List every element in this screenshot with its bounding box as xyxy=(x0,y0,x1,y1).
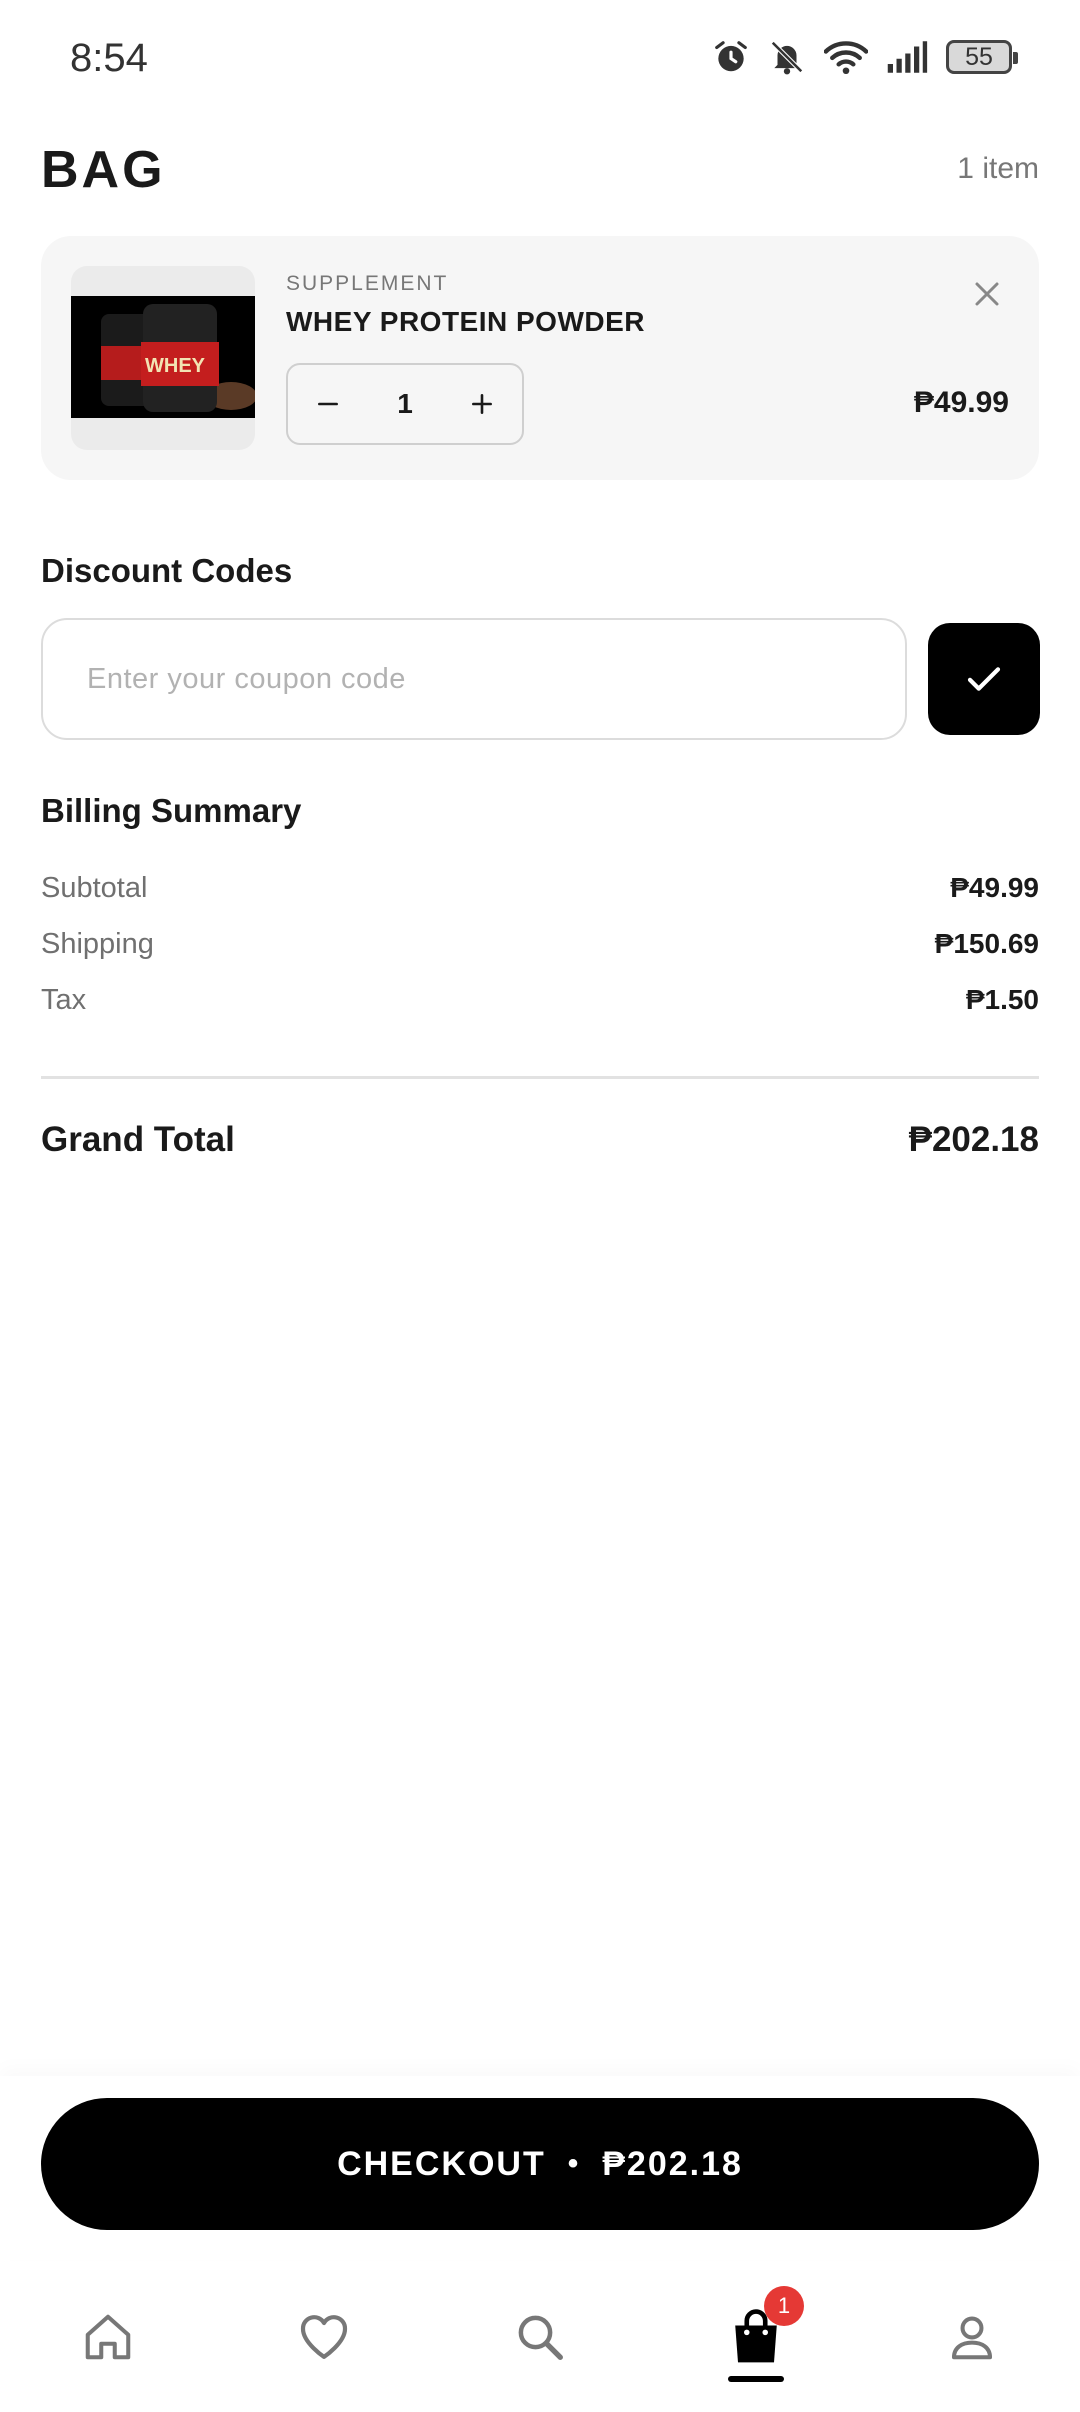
checkout-separator: • xyxy=(567,2147,581,2180)
apply-coupon-button[interactable] xyxy=(928,623,1040,735)
minus-icon xyxy=(318,402,338,406)
bag-screen: 8:54 55 BAG 1 item WHEY SUPPLEMENT WHEY … xyxy=(0,0,1080,2412)
status-bar: 8:54 55 xyxy=(0,0,1080,124)
increase-quantity-button[interactable] xyxy=(442,365,522,443)
nav-item-wishlist[interactable] xyxy=(264,2262,384,2412)
heart-icon xyxy=(300,2315,348,2359)
product-category: SUPPLEMENT xyxy=(286,272,449,295)
checkout-label: CHECKOUT xyxy=(337,2144,546,2183)
decrease-quantity-button[interactable] xyxy=(288,365,368,443)
bottom-navigation: 1 xyxy=(0,2262,1080,2412)
tax-value: ₱1.50 xyxy=(965,984,1039,1015)
checkout-button[interactable]: CHECKOUT • ₱202.18 xyxy=(41,2098,1039,2230)
product-name[interactable]: WHEY PROTEIN POWDER xyxy=(286,306,645,338)
page-title: BAG xyxy=(41,141,166,199)
plus-icon xyxy=(472,394,492,414)
billing-row-shipping: Shipping ₱150.69 xyxy=(41,928,1039,968)
signal-icon xyxy=(886,39,928,75)
wifi-icon xyxy=(824,38,868,76)
status-icons: 55 xyxy=(712,38,1018,76)
billing-row-subtotal: Subtotal ₱49.99 xyxy=(41,872,1039,912)
home-icon xyxy=(85,2314,131,2360)
check-icon xyxy=(967,667,1001,691)
billing-row-tax: Tax ₱1.50 xyxy=(41,984,1039,1024)
user-icon xyxy=(951,2316,993,2360)
discount-codes-title: Discount Codes xyxy=(41,552,293,589)
nav-item-profile[interactable] xyxy=(912,2262,1032,2412)
battery-icon: 55 xyxy=(946,40,1018,74)
alarm-icon xyxy=(712,38,750,76)
product-photo: WHEY xyxy=(71,296,255,418)
active-indicator xyxy=(728,2376,784,2382)
quantity-stepper: 1 xyxy=(286,363,524,445)
nav-item-bag[interactable]: 1 xyxy=(696,2262,816,2412)
search-icon xyxy=(518,2315,563,2360)
remove-item-button[interactable] xyxy=(965,272,1009,316)
quantity-value: 1 xyxy=(397,388,413,419)
shipping-value: ₱150.69 xyxy=(934,928,1039,959)
battery-level: 55 xyxy=(965,42,993,71)
nav-item-home[interactable] xyxy=(48,2262,168,2412)
bag-badge: 1 xyxy=(764,2286,804,2326)
status-time: 8:54 xyxy=(70,36,148,80)
close-icon xyxy=(975,282,999,306)
subtotal-label: Subtotal xyxy=(41,872,148,904)
nav-item-search[interactable] xyxy=(480,2262,600,2412)
coupon-code-input[interactable] xyxy=(41,618,907,740)
item-count: 1 item xyxy=(957,152,1039,185)
grand-total-label: Grand Total xyxy=(41,1120,235,1159)
checkout-amount: ₱202.18 xyxy=(602,2144,743,2183)
product-image[interactable]: WHEY xyxy=(71,266,255,450)
grand-total-value: ₱202.18 xyxy=(908,1120,1039,1159)
cart-item-card: WHEY SUPPLEMENT WHEY PROTEIN POWDER 1 ₱4… xyxy=(41,236,1039,480)
item-price: ₱49.99 xyxy=(913,386,1009,419)
subtotal-value: ₱49.99 xyxy=(950,872,1039,903)
bell-off-icon xyxy=(768,38,806,76)
billing-divider xyxy=(41,1076,1039,1079)
shipping-label: Shipping xyxy=(41,928,154,960)
product-image-label: WHEY xyxy=(145,355,206,377)
billing-summary-title: Billing Summary xyxy=(41,792,302,829)
tax-label: Tax xyxy=(41,984,87,1016)
